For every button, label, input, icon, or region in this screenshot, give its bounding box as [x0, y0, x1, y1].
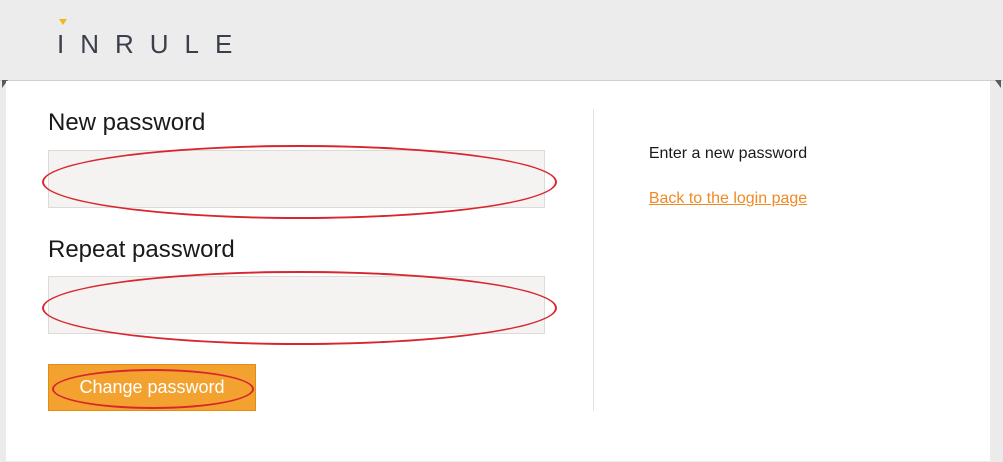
- vertical-divider: [593, 109, 594, 411]
- logo-text: INRULE: [57, 29, 249, 59]
- reset-password-panel: New password Repeat password Change pass…: [6, 81, 990, 461]
- instruction-text: Enter a new password: [648, 145, 808, 162]
- change-password-button[interactable]: Change password: [48, 364, 256, 411]
- repeat-password-label: Repeat password: [48, 236, 235, 263]
- logo-accent-triangle-icon: [59, 19, 67, 25]
- inrule-logo: INRULE: [57, 15, 257, 65]
- right-corner-decoration: [995, 80, 1001, 88]
- back-to-login-link[interactable]: Back to the login page: [628, 190, 828, 208]
- new-password-label: New password: [48, 109, 206, 136]
- header-bar: INRULE: [0, 0, 1003, 81]
- new-password-input[interactable]: [48, 150, 545, 208]
- repeat-password-input[interactable]: [48, 276, 545, 334]
